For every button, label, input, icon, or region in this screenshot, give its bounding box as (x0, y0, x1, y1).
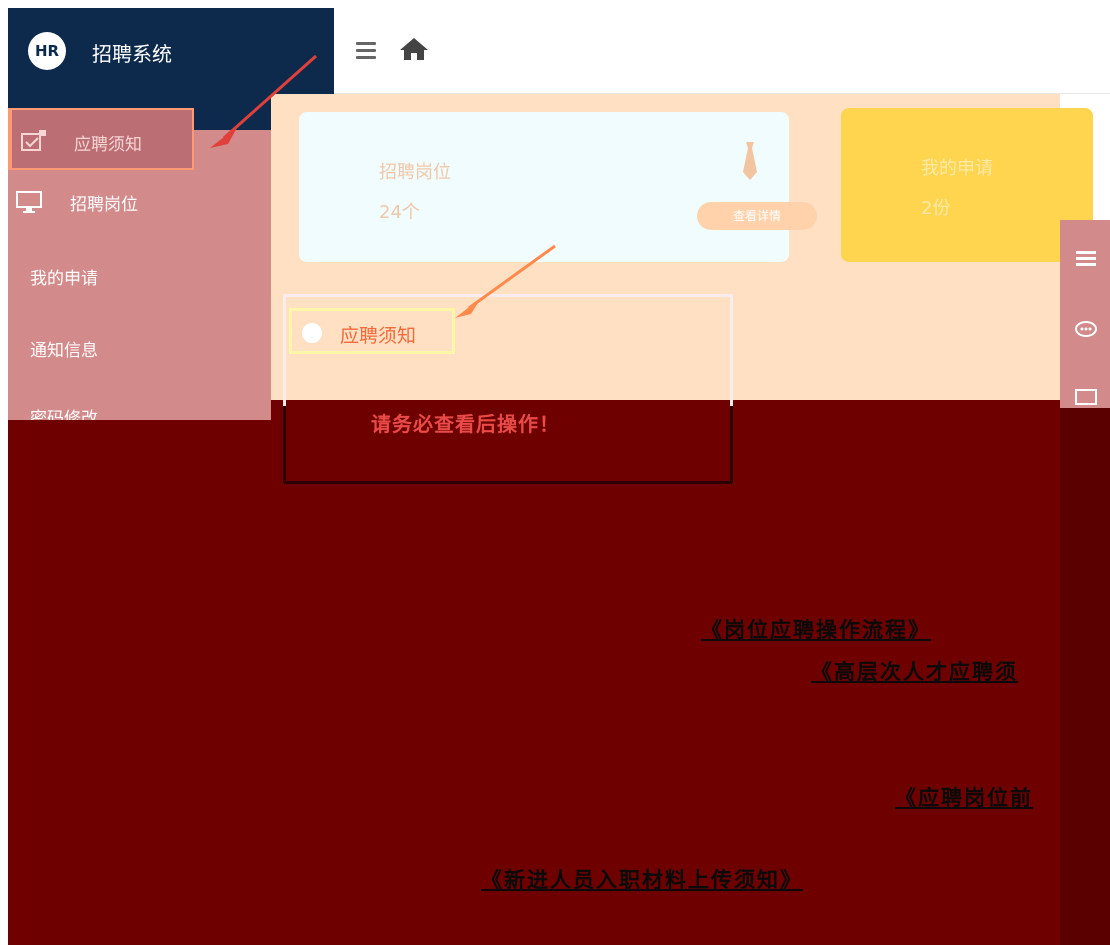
monitor-icon (16, 191, 42, 213)
sidebar-item-label: 通知信息 (30, 341, 98, 361)
stat-label: 我的申请 (921, 158, 993, 179)
doc-link-talent[interactable]: 《高层次人才应聘须 (811, 656, 1018, 686)
stat-value: 24个 (379, 202, 420, 223)
notice-header: 应聘须知 (289, 308, 455, 354)
doc-link-process[interactable]: 《岗位应聘操作流程》 (701, 614, 931, 644)
stat-value: 2份 (921, 198, 951, 219)
sidebar-item-label: 应聘须知 (74, 135, 142, 155)
monitor-icon[interactable] (1074, 388, 1098, 408)
right-toolbar-top (1060, 220, 1110, 408)
sidebar-item-label: 密码修改 (30, 409, 98, 420)
sidebar-item-notice[interactable]: 应聘须知 (8, 108, 194, 170)
sidebar-item-label: 招聘岗位 (70, 195, 138, 215)
stat-card-positions[interactable]: 招聘岗位 24个 查看详情 (299, 112, 817, 262)
notice-warning: 请务必查看后操作！ (371, 412, 560, 436)
doc-link-onboarding[interactable]: 《新进人员入职材料上传须知》 (481, 864, 803, 894)
doc-link-preapply[interactable]: 《应聘岗位前 (895, 782, 1033, 812)
list-icon[interactable] (1074, 248, 1098, 268)
view-details-button[interactable]: 查看详情 (697, 202, 817, 230)
sidebar-item-label: 我的申请 (30, 269, 98, 289)
app-window: HR 招聘系统 应聘须知 招聘岗位 我的申请 通知信息 密码修改 招聘岗位 24… (8, 8, 1110, 945)
calendar-check-icon (21, 130, 46, 151)
hamburger-icon[interactable] (356, 42, 376, 59)
notice-title: 应聘须知 (340, 325, 417, 347)
annotation-arrow (455, 244, 556, 318)
home-icon[interactable] (398, 36, 430, 62)
annotation-arrow (210, 54, 317, 148)
app-title: 招聘系统 (92, 42, 172, 66)
chat-icon[interactable] (1074, 320, 1098, 340)
dashboard-panel: 招聘岗位 24个 查看详情 我的申请 2份 应聘须知 (271, 94, 1093, 484)
main-content: 招聘岗位 24个 查看详情 我的申请 2份 应聘须知 请务必查看后操作！ 《岗位… (271, 94, 1093, 945)
tie-icon (743, 142, 757, 180)
hr-logo: HR (28, 32, 66, 70)
stat-card-applications[interactable]: 我的申请 2份 (841, 108, 1093, 262)
top-bar (334, 8, 1110, 94)
right-toolbar (1060, 220, 1110, 945)
gear-icon (302, 323, 322, 343)
stat-label: 招聘岗位 (379, 162, 451, 183)
